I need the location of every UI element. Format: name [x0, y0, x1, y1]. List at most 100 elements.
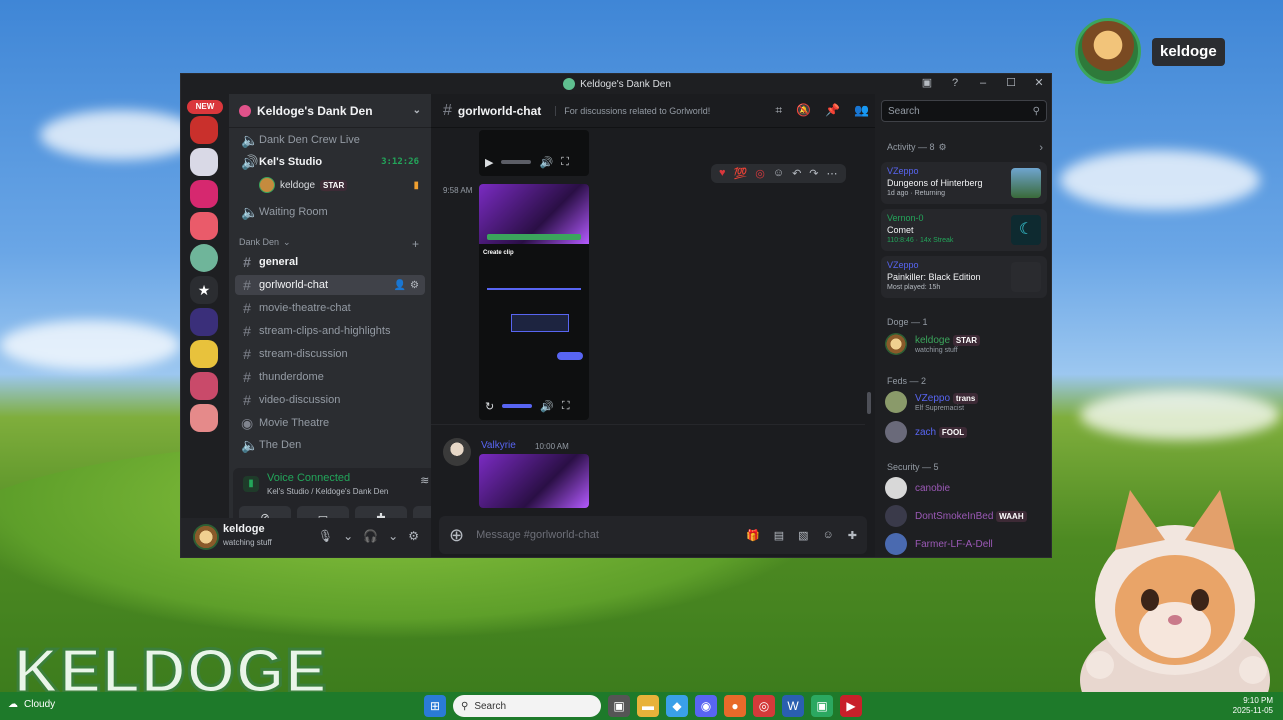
gift-icon[interactable]: 🎁 [746, 529, 760, 542]
activity-card[interactable]: VZeppo Dungeons of Hinterberg 1d ago · R… [881, 162, 1047, 204]
avatar[interactable] [193, 524, 219, 550]
volume-icon[interactable]: 🔊 [539, 156, 553, 169]
avatar[interactable] [443, 438, 471, 466]
video-embed[interactable]: ▶ 🔊 ⛶ [479, 130, 589, 176]
server-icon[interactable] [190, 148, 218, 176]
activity-card[interactable]: Vernon-0 Comet 110:8:46 · 14x Streak ☾ [881, 209, 1047, 251]
member-item[interactable]: VZeppo trans Elf Supremacist [885, 390, 1045, 414]
forward-icon[interactable]: ↷ [809, 167, 818, 180]
voice-channel[interactable]: 🔈 Waiting Room [235, 202, 425, 222]
system-clock[interactable]: 9:10 PM 2025-11-05 [1233, 696, 1273, 716]
channel-stream-clips[interactable]: # stream-clips-and-highlights [235, 321, 425, 341]
star-icon[interactable]: ★ [190, 276, 218, 304]
gif-icon[interactable]: ▤ [774, 529, 784, 542]
server-icon[interactable] [190, 308, 218, 336]
gear-icon[interactable]: ⚙ [408, 529, 419, 543]
channel-general[interactable]: # general [235, 252, 425, 272]
server-icon[interactable] [190, 340, 218, 368]
noise-suppression-icon[interactable]: ≋ [420, 474, 429, 487]
copilot-icon[interactable]: ◆ [666, 695, 688, 717]
activity-header[interactable]: Activity — 8 ⚙ › [887, 142, 1043, 154]
gear-icon[interactable]: ⚙ [410, 280, 419, 291]
apps-icon[interactable]: ✚ [848, 529, 857, 542]
invite-icon[interactable]: 👤 [394, 280, 406, 291]
discord-icon[interactable]: ◉ [695, 695, 717, 717]
chevron-down-icon[interactable]: ⌄ [343, 529, 353, 543]
server-icon[interactable] [190, 404, 218, 432]
start-icon[interactable]: ⊞ [424, 695, 446, 717]
member-item[interactable]: Farmer-LF-A-Dell [885, 532, 1045, 556]
heart-reaction-icon[interactable]: ♥ [719, 167, 726, 180]
member-item[interactable]: keldoge STAR watching stuff [885, 332, 1045, 356]
media-player-icon[interactable]: ▶ [840, 695, 862, 717]
server-header[interactable]: Keldoge's Dank Den ⌄ [229, 94, 431, 128]
maximize-button[interactable]: ☐ [1003, 76, 1019, 89]
server-icon[interactable] [190, 180, 218, 208]
word-icon[interactable]: W [782, 695, 804, 717]
channel-video-discussion[interactable]: # video-discussion [235, 390, 425, 410]
play-icon[interactable]: ▶ [485, 156, 493, 169]
inbox-icon[interactable]: ▣ [919, 76, 935, 89]
chevron-right-icon[interactable]: › [1039, 142, 1043, 154]
headphones-icon[interactable]: 🎧 [363, 529, 378, 543]
app-icon[interactable]: ▣ [811, 695, 833, 717]
member-item[interactable]: DontSmokeInBed WAAH [885, 504, 1045, 528]
notifications-icon[interactable]: 🔕 [796, 103, 811, 118]
threads-icon[interactable]: ⌗ [775, 103, 782, 118]
server-icon[interactable] [190, 372, 218, 400]
help-icon[interactable]: ? [947, 77, 963, 89]
message-input[interactable]: Message #gorlworld-chat [476, 529, 734, 541]
firefox-icon[interactable]: ● [724, 695, 746, 717]
voice-user[interactable]: keldoge STAR ▮ [259, 177, 419, 193]
category-header[interactable]: Dank Den ⌄ + [239, 237, 419, 251]
server-icon[interactable] [190, 116, 218, 144]
stage-movie-theatre[interactable]: ◉ Movie Theatre [235, 413, 425, 433]
add-attachment-icon[interactable]: ⊕ [449, 525, 464, 546]
progress-bar[interactable] [501, 160, 532, 164]
member-item[interactable]: canobie [885, 476, 1045, 500]
voice-status[interactable]: Voice Connected [267, 472, 350, 484]
fullscreen-icon[interactable]: ⛶ [562, 400, 570, 413]
taskbar-search[interactable]: ⚲ Search [453, 695, 601, 717]
message-author[interactable]: Valkyrie [481, 440, 516, 451]
channel-thunderdome[interactable]: # thunderdome [235, 367, 425, 387]
voice-the-den[interactable]: 🔈 The Den [235, 435, 425, 455]
sticker-icon[interactable]: ▧ [798, 529, 808, 542]
search-input[interactable]: Search ⚲ [881, 100, 1047, 122]
replay-icon[interactable]: ↻ [485, 400, 494, 413]
add-channel-icon[interactable]: + [412, 237, 419, 251]
chevron-down-icon[interactable]: ⌄ [388, 529, 398, 543]
close-button[interactable]: ✕ [1031, 76, 1047, 89]
add-reaction-icon[interactable]: ☺ [773, 167, 784, 180]
member-item[interactable]: zach FOOL [885, 420, 1045, 444]
task-view-icon[interactable]: ▣ [608, 695, 630, 717]
volume-icon[interactable]: 🔊 [540, 400, 554, 413]
scrollbar[interactable] [867, 392, 871, 414]
activity-card[interactable]: VZeppo Painkiller: Black Edition Most pl… [881, 256, 1047, 298]
clip-video-embed[interactable]: Create clip ↻ 🔊 ⛶ [479, 184, 589, 420]
server-icon[interactable] [190, 212, 218, 240]
emoji-icon[interactable]: ☺ [823, 529, 834, 542]
channel-movie-theatre-chat[interactable]: # movie-theatre-chat [235, 298, 425, 318]
hundred-reaction-icon[interactable]: 💯 [734, 167, 748, 180]
more-icon[interactable]: ⋯ [827, 167, 838, 180]
minimize-button[interactable]: – [975, 77, 991, 89]
weather-widget[interactable]: ☁ Cloudy [8, 699, 55, 710]
video-embed[interactable] [479, 454, 589, 508]
server-icon[interactable] [190, 244, 218, 272]
reply-icon[interactable]: ↶ [792, 167, 801, 180]
voice-channel[interactable]: 🔈 Dank Den Crew Live [235, 130, 425, 150]
channel-gorlworld-chat[interactable]: # gorlworld-chat 👤 ⚙ [235, 275, 425, 295]
progress-bar[interactable] [502, 404, 533, 408]
members-icon[interactable]: 👥 [854, 103, 869, 118]
file-explorer-icon[interactable]: ▬ [637, 695, 659, 717]
user-name[interactable]: keldoge [223, 523, 265, 535]
microphone-icon[interactable]: 🎙 [318, 529, 333, 543]
channel-topic[interactable]: For discussions related to Gorlworld! [555, 105, 710, 116]
reaction-icon[interactable]: ◎ [755, 167, 765, 180]
voice-channel-active[interactable]: 🔊 Kel's Studio 3:12:26 [235, 152, 425, 172]
channel-stream-discussion[interactable]: # stream-discussion [235, 344, 425, 364]
pin-icon[interactable]: 📌 [825, 103, 840, 118]
fullscreen-icon[interactable]: ⛶ [561, 156, 569, 169]
app-icon[interactable]: ◎ [753, 695, 775, 717]
